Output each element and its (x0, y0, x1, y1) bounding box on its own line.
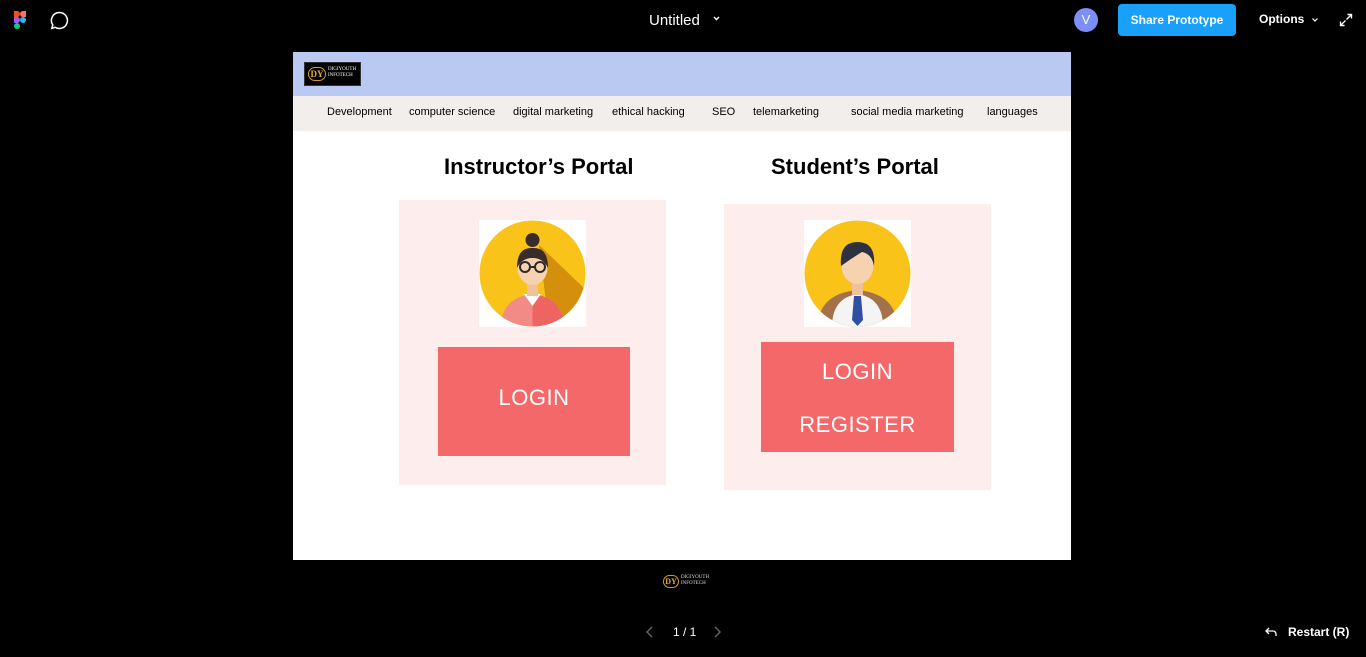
chevron-right-icon[interactable] (711, 625, 723, 639)
nav-item-digital-marketing[interactable]: digital marketing (513, 106, 593, 118)
logo-monogram: DY (308, 67, 326, 81)
student-card: LOGIN REGISTER (724, 204, 991, 490)
logo-line-1: DIGIYOUTH (328, 67, 357, 72)
nav-item-languages[interactable]: languages (987, 106, 1038, 118)
share-prototype-button[interactable]: Share Prototype (1118, 4, 1236, 36)
figma-logo-icon[interactable] (14, 11, 26, 29)
student-avatar (804, 220, 911, 327)
nav-item-seo[interactable]: SEO (712, 106, 735, 118)
restart-arrow-icon (1265, 627, 1277, 636)
instructor-avatar (479, 220, 586, 327)
student-register-button[interactable]: REGISTER (761, 412, 954, 438)
user-avatar[interactable]: V (1074, 8, 1098, 32)
brand-logo[interactable]: DY DIGIYOUTH INFOTECH (304, 62, 361, 86)
viewer-toolbar: Untitled V Share Prototype Options (0, 0, 1366, 40)
category-nav: Development computer science digital mar… (293, 96, 1071, 131)
instructor-login-button[interactable]: LOGIN (438, 347, 630, 456)
comment-icon[interactable] (50, 11, 69, 30)
nav-item-ethical-hacking[interactable]: ethical hacking (612, 106, 685, 118)
expand-icon[interactable] (1338, 12, 1354, 28)
prototype-frame: DY DIGIYOUTH INFOTECH Development comput… (293, 52, 1071, 560)
nav-item-social-media-marketing[interactable]: social media marketing (851, 106, 964, 118)
nav-item-development[interactable]: Development (327, 106, 392, 118)
logo-line-2: INFOTECH (328, 73, 353, 78)
nav-item-telemarketing[interactable]: telemarketing (753, 106, 819, 118)
site-header: DY DIGIYOUTH INFOTECH (293, 52, 1071, 96)
options-button[interactable]: Options (1259, 12, 1319, 26)
document-title[interactable]: Untitled (649, 12, 700, 29)
footer-logo: DY DIGIYOUTH INFOTECH (662, 573, 710, 591)
instructor-card: LOGIN (399, 200, 666, 485)
student-icon (804, 220, 911, 327)
footer-logo-line-1: DIGIYOUTH (681, 575, 710, 580)
chevron-down-icon (1311, 17, 1318, 22)
student-portal-title: Student’s Portal (771, 154, 939, 179)
nav-item-computer-science[interactable]: computer science (409, 106, 495, 118)
page-indicator: 1 / 1 (673, 625, 697, 639)
options-label: Options (1259, 12, 1305, 26)
footer-logo-monogram: DY (663, 575, 679, 588)
chevron-left-icon[interactable] (644, 625, 656, 639)
student-auth-buttons: LOGIN REGISTER (761, 342, 954, 452)
instructor-login-label: LOGIN (498, 385, 570, 410)
student-login-button[interactable]: LOGIN (761, 359, 954, 385)
chevron-down-icon[interactable] (712, 14, 721, 23)
instructor-portal-title: Instructor’s Portal (444, 154, 634, 179)
restart-label: Restart (R) (1288, 625, 1350, 639)
teacher-icon (479, 220, 586, 327)
footer-logo-line-2: INFOTECH (681, 581, 706, 586)
